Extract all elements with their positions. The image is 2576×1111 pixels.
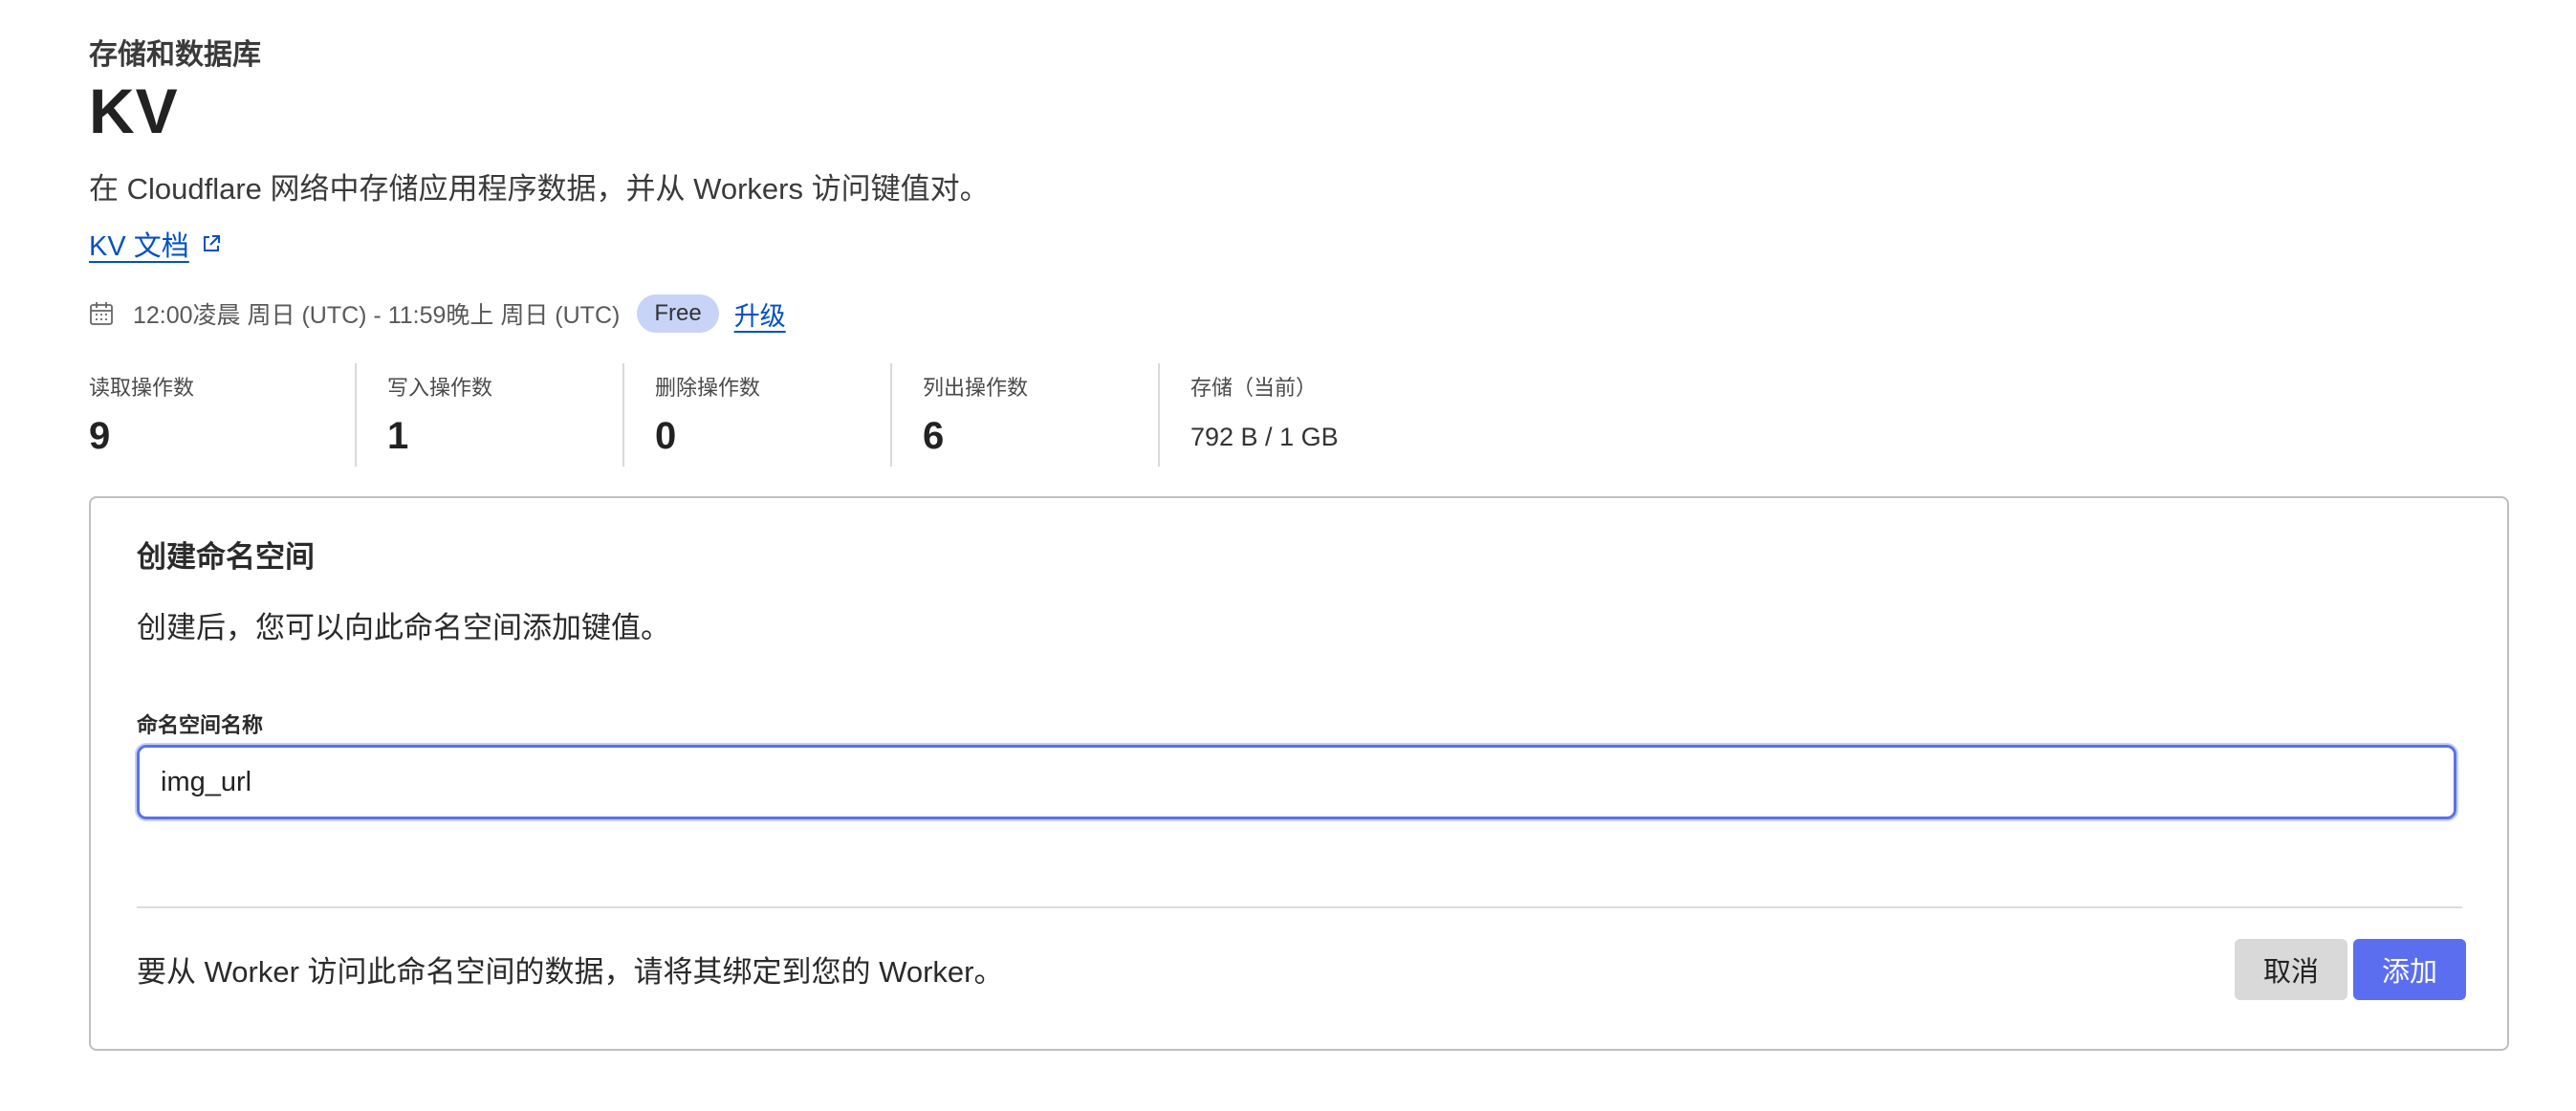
page-description: 在 Cloudflare 网络中存储应用程序数据，并从 Workers 访问键值… — [89, 172, 990, 206]
external-link-icon — [203, 235, 220, 251]
usage-stats: 读取操作数 9 写入操作数 1 删除操作数 0 列出操作数 6 存储（当前） 7… — [89, 363, 1426, 467]
card-description: 创建后，您可以向此命名空间添加键值。 — [137, 611, 670, 644]
namespace-name-input[interactable] — [159, 765, 2434, 799]
divider — [137, 906, 2462, 908]
stat-label: 删除操作数 — [655, 376, 761, 400]
billing-period-text: 12:00凌晨 周日 (UTC) - 11:59晚上 周日 (UTC) — [133, 302, 621, 329]
stat-label: 写入操作数 — [387, 376, 493, 400]
stat-value: 0 — [655, 415, 677, 457]
calendar-icon — [90, 302, 113, 325]
stat-storage: 存储（当前） 792 B / 1 GB — [1158, 363, 1426, 467]
stat-value: 792 B / 1 GB — [1190, 423, 1339, 451]
stat-read-operations: 读取操作数 9 — [89, 363, 355, 467]
card-title: 创建命名空间 — [137, 540, 315, 574]
binding-hint: 要从 Worker 访问此命名空间的数据，请将其绑定到您的 Worker。 — [137, 955, 1004, 989]
stat-label: 读取操作数 — [89, 376, 195, 400]
add-button[interactable]: 添加 — [2353, 939, 2466, 1000]
create-namespace-card: 创建命名空间 创建后，您可以向此命名空间添加键值。 命名空间名称 要从 Work… — [89, 496, 2509, 1051]
stat-value: 9 — [89, 415, 111, 457]
stat-value: 1 — [387, 415, 409, 457]
stat-label: 存储（当前） — [1190, 376, 1318, 400]
plan-badge: Free — [637, 294, 719, 333]
cancel-button[interactable]: 取消 — [2235, 939, 2347, 1000]
kv-docs-link-label: KV 文档 — [89, 231, 189, 262]
stat-write-operations: 写入操作数 1 — [355, 363, 622, 467]
namespace-name-field[interactable] — [137, 745, 2456, 819]
stat-label: 列出操作数 — [923, 376, 1029, 400]
page-title: KV — [89, 76, 179, 146]
namespace-name-label: 命名空间名称 — [137, 713, 264, 737]
stat-delete-operations: 删除操作数 0 — [622, 363, 890, 467]
billing-period-row: 12:00凌晨 周日 (UTC) - 11:59晚上 周日 (UTC) Free… — [89, 293, 786, 335]
breadcrumb[interactable]: 存储和数据库 — [89, 31, 261, 73]
kv-docs-link[interactable]: KV 文档 — [89, 224, 222, 264]
stat-list-operations: 列出操作数 6 — [890, 363, 1158, 467]
stat-value: 6 — [923, 415, 945, 457]
upgrade-link[interactable]: 升级 — [734, 295, 786, 333]
